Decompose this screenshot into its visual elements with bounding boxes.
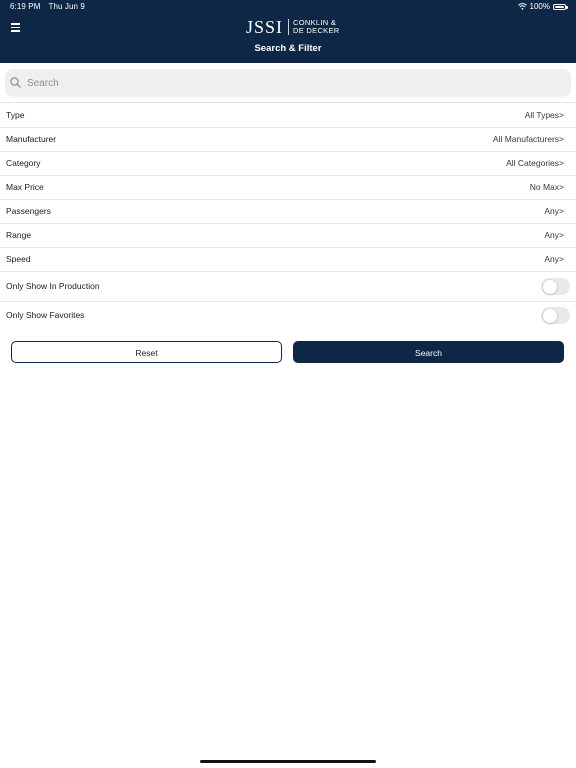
filter-value-category: All Categories> (506, 158, 564, 168)
logo-subtext: CONKLIN & DE DECKER (293, 19, 339, 35)
battery-percent: 100% (529, 2, 550, 11)
filter-value-max-price: No Max> (529, 182, 564, 192)
hamburger-menu-icon[interactable] (11, 23, 21, 32)
reset-button[interactable]: Reset (11, 341, 282, 363)
battery-icon (553, 3, 568, 10)
toggle-row-favorites: Only Show Favorites (0, 301, 576, 331)
filter-label-range: Range (6, 230, 32, 240)
search-input[interactable] (27, 75, 547, 91)
search-icon (10, 77, 21, 88)
home-indicator (200, 760, 376, 763)
filter-label-category: Category (6, 158, 41, 168)
jssi-logo: JSSI CONKLIN & DE DECKER (246, 17, 340, 37)
status-bar-left: 6:19 PM Thu Jun 9 (10, 2, 85, 11)
filter-row-max-price[interactable]: Max Price No Max> (0, 175, 576, 199)
filter-row-type[interactable]: Type All Types> (0, 102, 576, 127)
wifi-icon (517, 3, 527, 10)
toggle-knob (542, 308, 557, 323)
filter-label-passengers: Passengers (6, 206, 51, 216)
in-production-toggle[interactable] (541, 278, 570, 295)
filter-row-range[interactable]: Range Any> (0, 223, 576, 247)
page-title: Search & Filter (254, 43, 322, 54)
favorites-toggle[interactable] (541, 307, 570, 324)
filter-label-type: Type (6, 110, 25, 120)
filter-row-speed[interactable]: Speed Any> (0, 247, 576, 271)
filter-value-passengers: Any> (544, 206, 564, 216)
filter-row-manufacturer[interactable]: Manufacturer All Manufacturers> (0, 127, 576, 151)
logo-line-2: DE DECKER (293, 26, 340, 35)
logo-jssi: JSSI (246, 17, 284, 37)
status-date: Thu Jun 9 (48, 2, 85, 11)
filter-row-category[interactable]: Category All Categories> (0, 151, 576, 175)
filter-row-passengers[interactable]: Passengers Any> (0, 199, 576, 223)
toggle-knob (542, 279, 557, 294)
status-bar-right: 100% (517, 2, 568, 11)
toggle-row-in-production: Only Show In Production (0, 271, 576, 301)
filter-value-speed: Any> (544, 254, 564, 264)
status-time: 6:19 PM (10, 2, 41, 11)
filter-label-manufacturer: Manufacturer (6, 134, 57, 144)
filter-value-type: All Types> (524, 110, 564, 120)
filter-label-max-price: Max Price (6, 182, 44, 192)
toggle-label-in-production: Only Show In Production (6, 281, 100, 291)
search-bar[interactable] (5, 69, 571, 97)
logo-divider (288, 19, 290, 35)
app-header: 6:19 PM Thu Jun 9 100% JSSI CONKLIN & DE … (0, 0, 576, 63)
search-button[interactable]: Search (293, 341, 564, 363)
filter-value-range: Any> (544, 230, 564, 240)
filter-value-manufacturer: All Manufacturers> (492, 134, 564, 144)
filter-label-speed: Speed (6, 254, 31, 264)
toggle-label-favorites: Only Show Favorites (6, 310, 85, 320)
